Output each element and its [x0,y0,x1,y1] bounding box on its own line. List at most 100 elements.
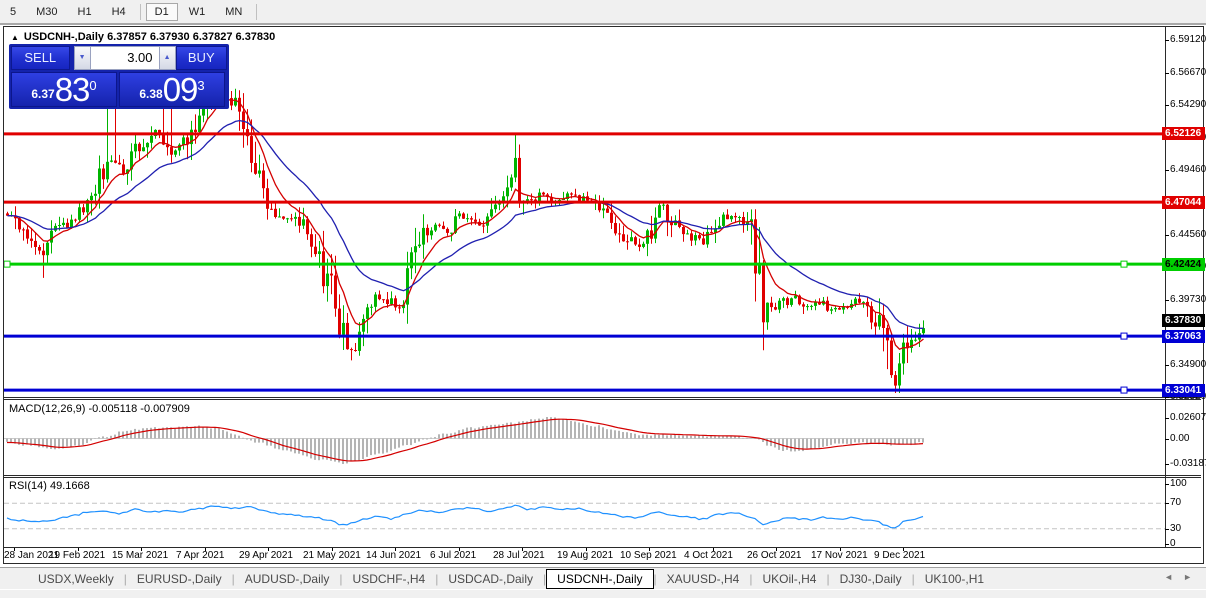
date-label: 26 Oct 2021 [747,550,802,561]
tab-scroll-arrows: ◄ ► [1164,572,1192,582]
price-axis-label: 6.59120 [1170,34,1206,45]
timeframe-h1[interactable]: H1 [69,3,101,21]
price-axis-label: 6.54290 [1170,99,1206,110]
date-label: 14 Jun 2021 [366,550,422,561]
axis-tick [1165,40,1169,41]
volume-field[interactable]: 3.00 [90,46,159,70]
date-label: 19 Feb 2021 [49,550,106,561]
rsi-pane[interactable] [4,478,1165,547]
axis-tick [1165,300,1169,301]
date-label: 4 Oct 2021 [684,550,733,561]
timeframe-d1[interactable]: D1 [145,2,178,21]
price-axis-label: 70 [1170,497,1182,508]
current-price-tag[interactable]: 6.37830 [1162,314,1205,327]
timeframe-5[interactable]: 5 [1,3,25,21]
axis-tick [1165,235,1169,236]
axis-tick [1165,397,1169,398]
chart-tabs-bar: USDX,Weekly | EURUSD-,Daily | AUDUSD-,Daily |… [0,567,1206,590]
tab-xauusd-h4[interactable]: XAUUSD-,H4 [657,569,750,589]
tab-dj30-daily[interactable]: DJ30-,Daily [830,569,912,589]
hline-handle[interactable] [1120,332,1128,340]
hline-handle[interactable] [1120,386,1128,394]
sell-price-display[interactable]: 6.37 83 0 [11,72,117,107]
price-axis-label: 6.44560 [1170,229,1206,240]
price-axis-label: 6.49460 [1170,164,1206,175]
price-axis-label: 6.39730 [1170,294,1206,305]
buy-price-sup: 3 [197,78,205,93]
axis-tick [1165,418,1169,419]
price-axis-label: 0.00 [1170,433,1190,444]
macd-signal-line [7,418,924,462]
rsi-line [6,504,924,529]
price-axis-label: 6.34900 [1170,359,1206,370]
axis-tick [1165,529,1169,530]
volume-decrease-button[interactable]: ▼ [73,46,91,70]
status-strip [0,589,1206,598]
axis-tick [1165,503,1169,504]
hline-price-tag[interactable]: 6.47044 [1162,196,1205,209]
volume-increase-button[interactable]: ▲ [158,46,176,70]
tab-audusd-daily[interactable]: AUDUSD-,Daily [235,569,340,589]
volume-stepper: ▼ 3.00 ▲ [73,46,176,70]
date-label: 15 Mar 2021 [112,550,169,561]
tab-ukoil-h4[interactable]: UKOil-,H4 [752,569,826,589]
tab-eurusd-daily[interactable]: EURUSD-,Daily [127,569,232,589]
date-label: 10 Sep 2021 [620,550,677,561]
buy-button[interactable]: BUY [175,46,227,70]
symbol-title: USDCNH-,Daily [23,31,104,43]
macd-label: MACD(12,26,9) -0.005118 -0.007909 [9,403,190,415]
chart-title: ▲ USDCNH-,Daily 6.37857 6.37930 6.37827 6… [11,31,275,43]
timeframe-toolbar: 5 M30 H1 H4 D1 W1 MN [0,0,1206,25]
chart-window: 6.591206.566706.542906.518406.494606.445… [3,26,1206,564]
buy-price-display[interactable]: 6.38 09 3 [119,72,225,107]
tab-usdcnh-daily[interactable]: USDCNH-,Daily [546,568,654,589]
collapse-arrow-icon[interactable]: ▲ [11,33,19,42]
price-axis-label: 0 [1170,538,1176,549]
date-label: 7 Apr 2021 [176,550,225,561]
ohlc-values: 6.37857 6.37930 6.37827 6.37830 [107,31,276,43]
tab-scroll-right-icon[interactable]: ► [1183,572,1192,582]
chart-tabs: USDX,Weekly | EURUSD-,Daily | AUDUSD-,Daily |… [0,568,994,590]
date-label: 19 Aug 2021 [557,550,614,561]
price-axis-label: 6.56670 [1170,67,1206,78]
macd-histogram [6,417,924,464]
tab-usdchf-h4[interactable]: USDCHF-,H4 [343,569,436,589]
sell-button[interactable]: SELL [11,46,70,70]
axis-tick [1165,105,1169,106]
date-label: 21 May 2021 [303,550,361,561]
pane-separator[interactable] [4,475,1201,476]
axis-tick [1165,170,1169,171]
axis-tick [1165,73,1169,74]
price-axis-label: 100 [1170,478,1187,489]
hline-handle[interactable] [1120,260,1128,268]
pane-separator[interactable] [4,399,1201,400]
hline-price-tag[interactable]: 6.42424 [1162,258,1205,271]
tab-usdcad-daily[interactable]: USDCAD-,Daily [438,569,543,589]
timeframe-mn[interactable]: MN [216,3,251,21]
hline-price-tag[interactable]: 6.33041 [1162,384,1205,397]
rsi-label: RSI(14) 49.1668 [9,480,90,492]
mt4-window: 5M30H1H4D1W1MN 6.591206.566706.542906.51… [0,0,1206,598]
timeframe-w1[interactable]: W1 [180,3,215,21]
pane-separator[interactable] [4,397,1201,398]
time-axis: 28 Jan 2021 19 Feb 2021 15 Mar 2021 7 Apr 2… [4,548,1165,561]
sell-price-sup: 0 [89,78,97,93]
timeframe-h4[interactable]: H4 [103,3,135,21]
tab-scroll-left-icon[interactable]: ◄ [1164,572,1173,582]
hline-price-tag[interactable]: 6.52126 [1162,127,1205,140]
hline-price-tag[interactable]: 6.37063 [1162,330,1205,343]
timeframe-m30[interactable]: M30 [27,3,66,21]
trade-panel: SELL ▼ 3.00 ▲ BUY 6.37 83 0 6.38 09 3 [9,44,229,109]
buy-price-small: 6.38 [139,87,163,101]
tab-usdx-weekly[interactable]: USDX,Weekly [28,569,124,589]
date-label: 29 Apr 2021 [239,550,293,561]
axis-tick [1165,484,1169,485]
toolbar-separator [256,3,258,20]
date-label: 9 Dec 2021 [874,550,926,561]
buy-price-big: 09 [162,71,199,108]
hline-handle[interactable] [4,260,11,268]
price-axis-label: -0.03187 [1170,458,1206,469]
date-label: 6 Jul 2021 [430,550,477,561]
axis-tick [1165,544,1169,545]
tab-uk100-h1[interactable]: UK100-,H1 [915,569,994,589]
